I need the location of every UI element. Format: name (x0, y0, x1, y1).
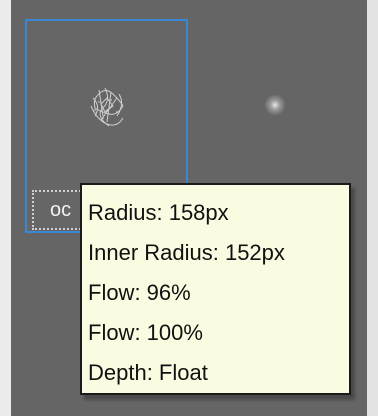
tooltip-inner-radius: Inner Radius: 152px (88, 240, 285, 265)
tooltip-depth: Depth: Float (88, 360, 208, 385)
brush-info-tooltip: Radius: 158px Inner Radius: 152px Flow: … (80, 183, 351, 395)
panel-edge (367, 0, 378, 416)
brush-stroke-icon (90, 87, 124, 127)
tooltip-radius: Radius: 158px (88, 200, 229, 225)
tooltip-flow: Flow: 96% (88, 280, 191, 305)
soft-brush-dot-icon[interactable] (264, 94, 286, 116)
tooltip-flow-secondary: Flow: 100% (88, 320, 203, 345)
